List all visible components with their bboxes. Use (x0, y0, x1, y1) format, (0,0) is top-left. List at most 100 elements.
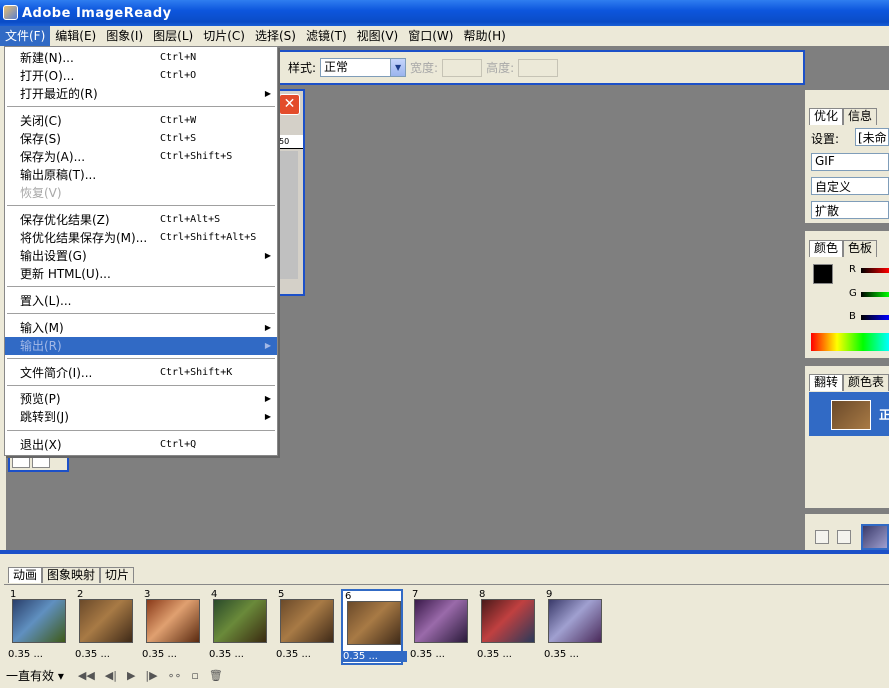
menu-item-label: 新建(N)... (20, 51, 74, 65)
menu-item-output-settings[interactable]: 输出设置(G) ▶ (5, 247, 277, 265)
previous-frame-icon[interactable]: ◀| (105, 669, 117, 682)
frame-delay[interactable]: 0.35 ... (8, 649, 72, 660)
frame-delay[interactable]: 0.35 ... (142, 649, 206, 660)
trash-icon[interactable]: 🗑 (209, 669, 223, 682)
tab-slices[interactable]: 切片 (100, 567, 135, 583)
submenu-arrow-icon: ▶ (264, 394, 271, 403)
menu-shortcut: Ctrl+N (160, 52, 197, 63)
tab-optimize[interactable]: 优化 (809, 108, 844, 125)
frame-delay[interactable]: 0.35 ... (410, 649, 474, 660)
brush-icon[interactable] (837, 530, 851, 544)
format-select[interactable]: GIF (811, 153, 889, 171)
tab-animation[interactable]: 动画 (8, 567, 43, 583)
settings-select[interactable]: [未命 (855, 128, 889, 146)
frame-thumbnail (481, 599, 535, 643)
panel-divider (805, 358, 889, 366)
animation-frame[interactable]: 1 0.35 ... (8, 589, 70, 665)
menu-item-open[interactable]: 打开(O)... Ctrl+O (5, 67, 277, 85)
next-frame-icon[interactable]: |▶ (145, 669, 157, 682)
tab-color[interactable]: 颜色 (809, 240, 844, 257)
menu-slice[interactable]: 切片(C) (198, 26, 250, 46)
frame-delay[interactable]: 0.35 ... (75, 649, 139, 660)
foreground-swatch[interactable] (813, 264, 833, 284)
menu-layer[interactable]: 图层(L) (148, 26, 198, 46)
play-icon[interactable]: ▶ (127, 669, 135, 682)
menu-item-update-html[interactable]: 更新 HTML(U)... (5, 265, 277, 283)
menu-item-preview[interactable]: 预览(P) ▶ (5, 390, 277, 408)
menu-item-save-optimized[interactable]: 保存优化结果(Z) Ctrl+Alt+S (5, 211, 277, 229)
channel-b-slider[interactable] (861, 315, 889, 320)
rollover-row[interactable]: 正 (809, 392, 889, 436)
document-canvas[interactable] (278, 151, 298, 279)
duplicate-frame-icon[interactable]: ▫ (191, 669, 198, 682)
animation-frame[interactable]: 5 0.35 ... (276, 589, 338, 665)
channel-g-slider[interactable] (861, 292, 889, 297)
menu-select[interactable]: 选择(S) (250, 26, 301, 46)
frame-delay[interactable]: 0.35 ... (343, 651, 407, 662)
frame-delay[interactable]: 0.35 ... (477, 649, 541, 660)
tween-icon[interactable]: ∘∘ (168, 669, 182, 682)
menu-item-save-as[interactable]: 保存为(A)... Ctrl+Shift+S (5, 148, 277, 166)
animation-frame[interactable]: 7 0.35 ... (410, 589, 472, 665)
height-input (518, 58, 559, 77)
menu-image[interactable]: 图象(I) (101, 26, 148, 46)
menu-item-jump-to[interactable]: 跳转到(J) ▶ (5, 408, 277, 426)
menu-separator (7, 205, 275, 206)
tab-info[interactable]: 信息 (843, 108, 878, 125)
right-panels: 优化 信息 设置: [未命 GIF 自定义 扩散 颜色 色板 R G B 翻转 … (805, 90, 889, 550)
menu-item-new[interactable]: 新建(N)... Ctrl+N (5, 49, 277, 67)
dither-select[interactable]: 扩散 (811, 201, 889, 219)
frame-strip: 1 0.35 ... 2 0.35 ... 3 0.35 ... 4 0.35 … (4, 584, 889, 665)
animation-frame[interactable]: 4 0.35 ... (209, 589, 271, 665)
menu-item-export-original[interactable]: 输出原稿(T)... (5, 166, 277, 184)
menu-window[interactable]: 窗口(W) (403, 26, 458, 46)
menu-file[interactable]: 文件(F) (0, 26, 51, 46)
color-ramp[interactable] (811, 333, 889, 351)
channel-r-slider[interactable] (861, 268, 889, 273)
menu-item-label: 打开(O)... (20, 69, 75, 83)
menu-item-close[interactable]: 关闭(C) Ctrl+W (5, 112, 277, 130)
menu-filter[interactable]: 滤镜(T) (301, 26, 352, 46)
menu-help[interactable]: 帮助(H) (458, 26, 510, 46)
close-icon[interactable]: ✕ (279, 94, 300, 115)
menu-separator (7, 106, 275, 107)
optimize-tabs: 优化 信息 (809, 108, 878, 125)
menu-item-exit[interactable]: 退出(X) Ctrl+Q (5, 436, 277, 454)
menu-item-import[interactable]: 输入(M) ▶ (5, 319, 277, 337)
jump-to-icon[interactable] (32, 454, 50, 468)
animation-frame[interactable]: 3 0.35 ... (142, 589, 204, 665)
style-select[interactable]: 正常 ▼ (320, 58, 407, 77)
state-thumbnail[interactable] (861, 524, 889, 550)
tab-color-table[interactable]: 颜色表 (843, 374, 889, 391)
palette-select[interactable]: 自定义 (811, 177, 889, 195)
frame-delay[interactable]: 0.35 ... (544, 649, 608, 660)
submenu-arrow-icon: ▶ (264, 323, 271, 332)
tab-image-map[interactable]: 图象映射 (42, 567, 101, 583)
loop-select[interactable]: 一直有效 ▾ (6, 667, 68, 684)
frame-delay[interactable]: 0.35 ... (276, 649, 340, 660)
menu-view[interactable]: 视图(V) (352, 26, 404, 46)
menu-shortcut: Ctrl+Q (160, 439, 197, 450)
menu-item-file-info[interactable]: 文件简介(I)... Ctrl+Shift+K (5, 364, 277, 382)
menu-item-open-recent[interactable]: 打开最近的(R) ▶ (5, 85, 277, 103)
menu-item-export[interactable]: 输出(R) ▶ (5, 337, 277, 355)
chevron-down-icon[interactable]: ▼ (390, 59, 406, 76)
width-input (442, 58, 483, 77)
animation-frame[interactable]: 8 0.35 ... (477, 589, 539, 665)
menu-edit[interactable]: 编辑(E) (50, 26, 101, 46)
menu-shortcut: Ctrl+W (160, 115, 197, 126)
menu-item-save-optimized-as[interactable]: 将优化结果保存为(M)... Ctrl+Shift+Alt+S (5, 229, 277, 247)
screen-mode-icon[interactable] (12, 454, 30, 468)
menu-item-place[interactable]: 置入(L)... (5, 292, 277, 310)
menu-shortcut: Ctrl+O (160, 70, 197, 81)
channel-r-label: R (849, 264, 856, 275)
animation-frame[interactable]: 9 0.35 ... (544, 589, 606, 665)
tab-swatches[interactable]: 色板 (843, 240, 878, 257)
frame-delay[interactable]: 0.35 ... (209, 649, 273, 660)
animation-frame[interactable]: 2 0.35 ... (75, 589, 137, 665)
rewind-icon[interactable]: ◀◀ (78, 669, 95, 682)
menu-item-save[interactable]: 保存(S) Ctrl+S (5, 130, 277, 148)
new-state-icon[interactable] (815, 530, 829, 544)
animation-frame-selected[interactable]: 6 0.35 ... (341, 589, 407, 665)
tab-rollover[interactable]: 翻转 (809, 374, 844, 391)
